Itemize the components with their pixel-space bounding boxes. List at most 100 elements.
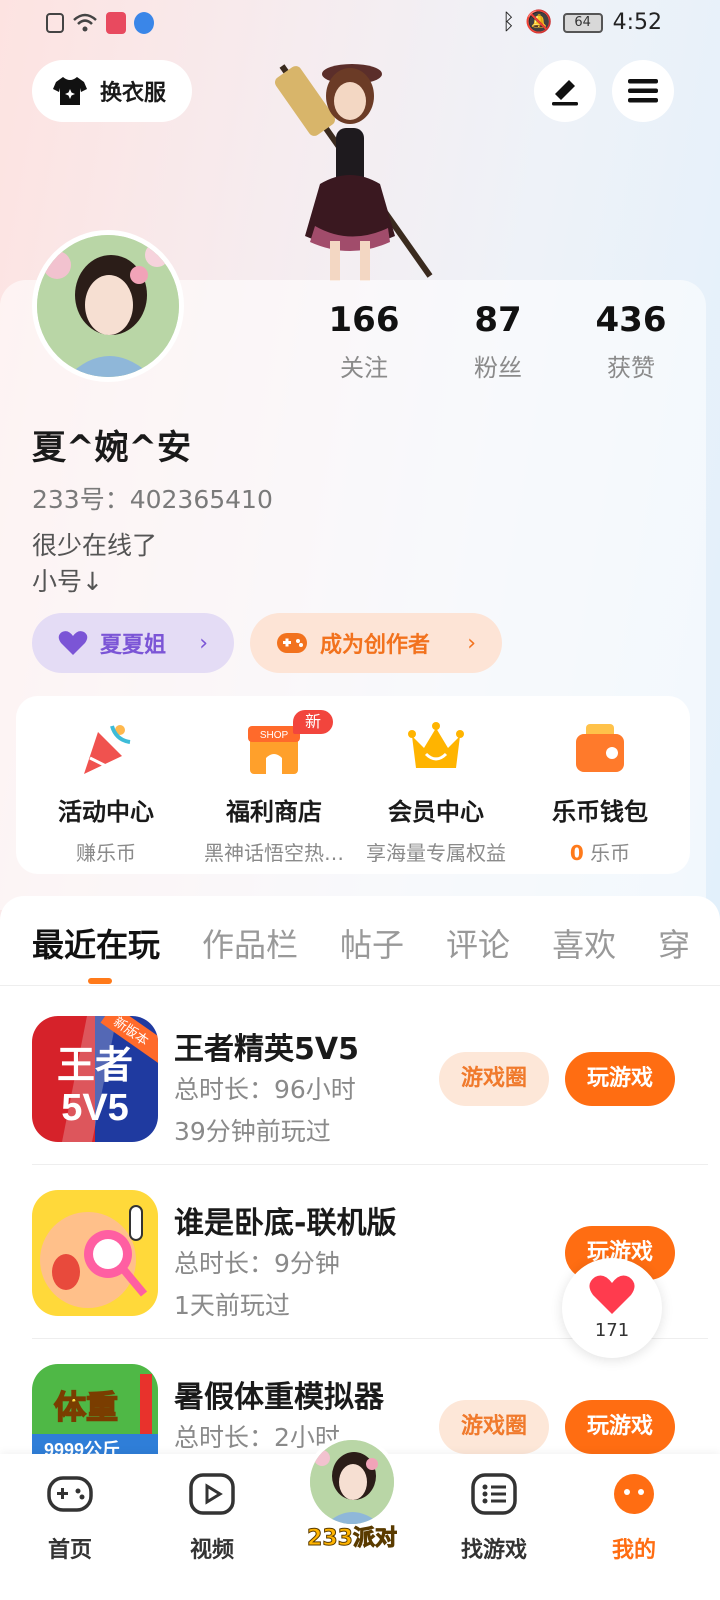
game-duration: 总时长：96小时 <box>174 1075 356 1104</box>
wifi-icon <box>73 13 97 32</box>
fans-count: 87 <box>474 300 522 340</box>
activity-center-title: 活动中心 <box>58 798 154 826</box>
become-creator-label: 成为创作者 <box>320 633 431 658</box>
game-name: 暑假体重模拟器 <box>174 1380 384 1415</box>
bio-line-1: 很少在线了 <box>32 531 158 560</box>
bio-line-2: 小号↓ <box>32 567 103 596</box>
video-icon <box>189 1473 235 1515</box>
edit-profile-button[interactable] <box>534 60 596 122</box>
become-creator-button[interactable]: 成为创作者 › <box>250 613 502 673</box>
nav-party-avatar[interactable] <box>306 1436 398 1528</box>
nav-home-label: 首页 <box>47 1538 92 1563</box>
change-outfit-label: 换衣服 <box>100 81 167 106</box>
play-game-button[interactable]: 玩游戏 <box>565 1400 675 1454</box>
party-avatar-image <box>310 1440 394 1524</box>
crown-icon <box>408 722 464 768</box>
profile-tabs: 最近在玩 作品栏 帖子 评论 喜欢 穿 <box>32 920 690 966</box>
list-item[interactable]: 王者 5V5 新版本 王者精英5V5 总时长：96小时 39分钟前玩过 游戏圈 … <box>32 1016 692 1146</box>
heart-icon <box>589 1275 635 1314</box>
nav-party-label: 233派对 <box>307 1526 398 1552</box>
stat-likes[interactable]: 436 获赞 <box>571 300 691 383</box>
coin-wallet[interactable]: 乐币钱包 0 乐币 <box>516 718 684 866</box>
user-id[interactable]: 233号：402365410 <box>32 480 273 516</box>
tab-works[interactable]: 作品栏 <box>202 920 298 966</box>
floating-like-button[interactable]: 171 <box>562 1258 662 1358</box>
game-icon-text-2: 5V5 <box>61 1087 129 1129</box>
menu-button[interactable] <box>612 60 674 122</box>
change-outfit-button[interactable]: 换衣服 <box>32 60 192 122</box>
nav-video-label: 视频 <box>189 1538 234 1563</box>
nav-me[interactable]: 我的 <box>584 1472 684 1564</box>
battery-indicator: 64 <box>562 12 603 33</box>
edit-icon <box>552 80 578 106</box>
following-count: 166 <box>328 300 400 340</box>
game-icon <box>32 1190 158 1316</box>
coin-wallet-sub: 0 乐币 <box>516 837 684 866</box>
game-circle-button[interactable]: 游戏圈 <box>439 1052 549 1106</box>
game-name: 王者精英5V5 <box>174 1032 359 1067</box>
alert-icon <box>46 13 64 33</box>
like-count: 171 <box>594 1320 630 1341</box>
welfare-shop-sub: 黑神话悟空热… <box>204 841 344 865</box>
avatar-image <box>37 235 179 377</box>
nav-find-games[interactable]: 找游戏 <box>444 1472 544 1564</box>
friend-tag-label: 夏夏姐 <box>100 633 167 658</box>
heart-icon <box>58 631 88 655</box>
vip-center[interactable]: 会员中心 享海量专属权益 <box>352 718 520 866</box>
vip-center-title: 会员中心 <box>388 798 484 826</box>
divider <box>32 1164 708 1165</box>
tab-posts[interactable]: 帖子 <box>340 920 404 966</box>
tab-outfits[interactable]: 穿 <box>658 920 690 966</box>
game-icon-text-1: 王者 <box>57 1045 133 1087</box>
following-label: 关注 <box>340 354 388 382</box>
tab-likes[interactable]: 喜欢 <box>552 920 616 966</box>
game-duration: 总时长：2小时 <box>174 1423 340 1452</box>
chevron-right-icon: › <box>467 630 476 656</box>
time: 4:52 <box>612 10 662 35</box>
app-notification-icon <box>106 12 126 34</box>
activity-center-sub: 赚乐币 <box>76 841 136 865</box>
likes-label: 获赞 <box>607 354 655 382</box>
coin-balance: 0 <box>569 841 584 865</box>
game-name: 谁是卧底-联机版 <box>174 1206 397 1241</box>
gamepad-icon <box>277 633 307 653</box>
menu-icon <box>628 79 658 103</box>
list-icon <box>471 1473 517 1515</box>
avatar[interactable] <box>32 230 184 382</box>
tab-recently-played[interactable]: 最近在玩 <box>32 920 160 966</box>
nav-me-label: 我的 <box>611 1538 656 1563</box>
nav-video[interactable]: 视频 <box>162 1472 262 1564</box>
game-icon: 王者 5V5 新版本 <box>32 1016 158 1142</box>
bluetooth-icon: ᛒ <box>501 10 516 35</box>
party-popper-icon <box>84 725 131 774</box>
coin-unit: 乐币 <box>590 841 631 865</box>
new-badge: 新 <box>293 710 333 734</box>
chevron-right-icon: › <box>199 630 208 656</box>
browser-notification-icon <box>134 12 154 34</box>
game-last-played: 1天前玩过 <box>174 1291 290 1320</box>
stat-fans[interactable]: 87 粉丝 <box>438 300 558 383</box>
nav-home[interactable]: 首页 <box>20 1472 120 1564</box>
mute-icon: 🔕 <box>525 10 553 35</box>
nav-find-games-label: 找游戏 <box>460 1538 527 1563</box>
active-tab-indicator <box>88 978 112 984</box>
status-bar: ᛒ 🔕 64 4:52 <box>0 0 720 50</box>
play-game-button[interactable]: 玩游戏 <box>565 1052 675 1106</box>
friend-tag-button[interactable]: 夏夏姐 › <box>32 613 234 673</box>
tab-comments[interactable]: 评论 <box>446 920 510 966</box>
avatar-3d-figure[interactable] <box>270 46 450 286</box>
stat-following[interactable]: 166 关注 <box>304 300 424 383</box>
game-last-played: 39分钟前玩过 <box>174 1117 331 1146</box>
username: 夏^婉^安 <box>32 428 191 468</box>
quick-entry-card: 活动中心 赚乐币 SHOP 福利商店 黑神话悟空热… 会员中心 享海量专属权益 … <box>16 696 690 874</box>
game-circle-button[interactable]: 游戏圈 <box>439 1400 549 1454</box>
welfare-shop[interactable]: SHOP 福利商店 黑神话悟空热… <box>190 718 358 866</box>
tshirt-icon <box>53 77 87 105</box>
likes-count: 436 <box>595 300 667 340</box>
bio: 很少在线了 小号↓ <box>32 528 157 600</box>
activity-center[interactable]: 活动中心 赚乐币 <box>22 718 190 866</box>
divider <box>0 985 720 986</box>
coin-wallet-title: 乐币钱包 <box>552 798 648 826</box>
wallet-icon <box>576 724 624 772</box>
fans-label: 粉丝 <box>474 354 522 382</box>
